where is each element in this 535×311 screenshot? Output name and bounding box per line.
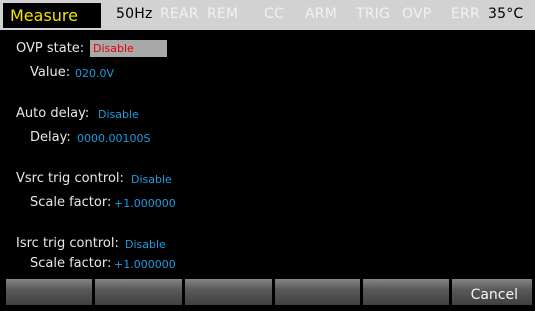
cc-indicator: CC [264,6,284,22]
frequency-indicator: 50Hz [116,6,153,22]
mode-indicator: Measure [3,3,101,28]
softkey-1[interactable] [6,279,92,305]
softkey-2[interactable] [95,279,182,305]
remote-indicator: REM [207,6,239,22]
ovp-state-field[interactable]: Disable [90,40,167,57]
vsrc-scale-factor-field[interactable]: +1.000000 [114,197,176,210]
ovp-state-label: OVP state: [16,41,85,56]
vsrc-trig-control-field[interactable]: Disable [131,173,172,186]
rear-indicator: REAR [160,6,199,22]
vsrc-trig-control-label: Vsrc trig control: [16,171,124,186]
isrc-trig-control-field[interactable]: Disable [125,238,166,251]
cancel-button[interactable]: Cancel [452,279,532,305]
delay-label: Delay: [30,130,71,145]
softkey-5[interactable] [363,279,449,305]
error-indicator: ERR [451,6,480,22]
softkey-4[interactable] [275,279,360,305]
vsrc-scale-factor-label: Scale factor: [30,195,112,210]
settings-panel: OVP state: Disable Value: 020.0V Auto de… [3,30,532,277]
isrc-trig-control-label: Isrc trig control: [16,236,119,251]
temperature-indicator: 35°C [488,6,524,22]
ovp-indicator: OVP [402,6,432,22]
softkey-3[interactable] [185,279,272,305]
arm-indicator: ARM [305,6,337,22]
isrc-scale-factor-label: Scale factor: [30,256,112,271]
auto-delay-label: Auto delay: [16,106,90,121]
auto-delay-field[interactable]: Disable [98,108,139,121]
trig-indicator: TRIG [356,6,391,22]
isrc-scale-factor-field[interactable]: +1.000000 [114,258,176,271]
ovp-value-field[interactable]: 020.0V [75,67,114,80]
status-bar: Measure 50Hz REAR REM CC ARM TRIG OVP ER… [0,0,535,30]
delay-field[interactable]: 0000.00100S [77,132,150,145]
ovp-value-label: Value: [30,65,71,80]
